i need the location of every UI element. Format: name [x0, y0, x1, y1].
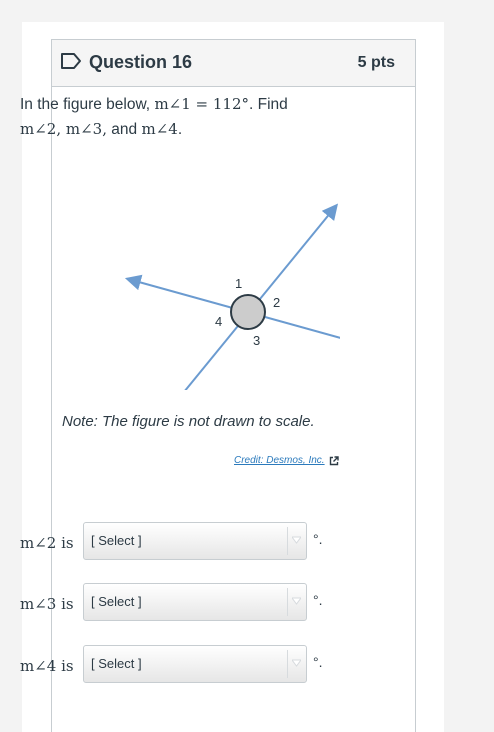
question-points: 5 pts [357, 54, 395, 71]
degree-unit: °. [313, 592, 323, 608]
prompt-and: and [106, 121, 142, 138]
prompt-end: . [177, 121, 183, 138]
external-link-icon [329, 455, 339, 465]
select-angle-4[interactable]: [ Select ] [83, 645, 307, 683]
prompt-find: . Find [249, 96, 288, 113]
select-angle-3[interactable]: [ Select ] [83, 583, 307, 621]
degree-unit: °. [313, 654, 323, 670]
angle-circle [230, 294, 266, 330]
angle-label-3: 3 [253, 333, 260, 348]
select-divider [287, 650, 288, 678]
angle-label-4: 4 [215, 314, 222, 329]
prompt-intro: In the figure below, [20, 96, 151, 113]
answer-row-angle-4: m∠4 is [ Select ] °. [20, 645, 350, 685]
chevron-down-icon[interactable] [292, 536, 301, 544]
prompt-last-target: m∠4 [141, 120, 178, 138]
angle-label-1: 1 [235, 276, 242, 291]
answer-row-angle-3: m∠3 is [ Select ] °. [20, 583, 350, 623]
chevron-down-icon[interactable] [292, 659, 301, 667]
answer-row-angle-2: m∠2 is [ Select ] °. [20, 522, 350, 562]
question-header: Question 16 5 pts [52, 40, 415, 87]
question-title: Question 16 [89, 52, 193, 72]
select-placeholder: [ Select ] [91, 594, 142, 609]
select-divider [287, 527, 288, 555]
select-angle-2[interactable]: [ Select ] [83, 522, 307, 560]
select-placeholder: [ Select ] [91, 656, 142, 671]
answer-label-angle-4: m∠4 is [20, 657, 74, 675]
prompt-given: m∠1 = 112° [154, 95, 250, 113]
degree-unit: °. [313, 531, 323, 547]
chevron-down-icon[interactable] [292, 597, 301, 605]
figure-note: Note: The figure is not drawn to scale. [62, 413, 315, 430]
credit-text[interactable]: Credit: Desmos, Inc. [234, 455, 325, 466]
select-placeholder: [ Select ] [91, 533, 142, 548]
select-divider [287, 588, 288, 616]
answer-label-angle-3: m∠3 is [20, 595, 74, 613]
question-prompt: In the figure below, m∠1 = 112°. Find m∠… [20, 92, 350, 142]
flag-icon[interactable] [60, 52, 82, 70]
prompt-targets: m∠2, m∠3, [20, 120, 107, 138]
intersecting-lines-figure: 1 2 3 4 [124, 203, 340, 390]
answer-label-angle-2: m∠2 is [20, 534, 74, 552]
credit-link[interactable]: Credit: Desmos, Inc. [234, 455, 339, 466]
angle-label-2: 2 [273, 295, 280, 310]
